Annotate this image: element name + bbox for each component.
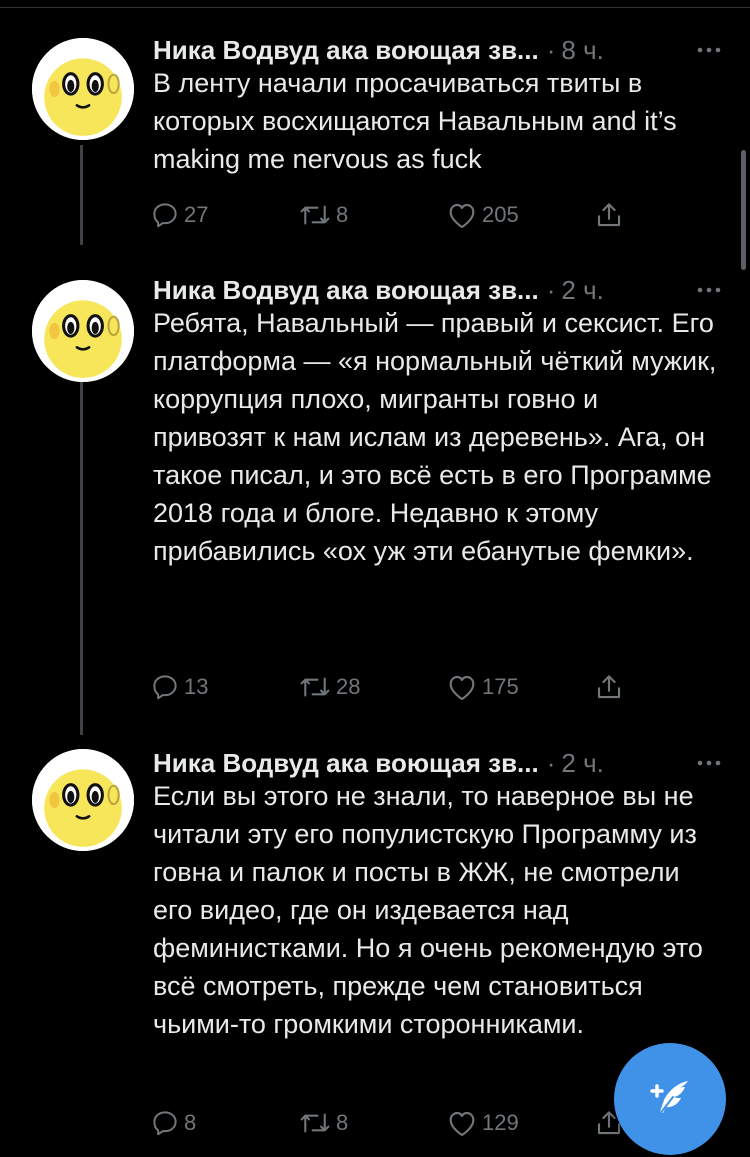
avatar-face-icon (32, 749, 134, 851)
separator-dot: · (546, 274, 556, 305)
top-divider (0, 0, 750, 8)
tweet-actions: 8 8 129 (150, 1103, 630, 1143)
separator-dot: · (546, 747, 556, 778)
reply-icon (153, 203, 177, 228)
like-count: 205 (482, 202, 519, 227)
retweet-count: 8 (336, 202, 349, 227)
like-count: 129 (482, 1110, 519, 1135)
like-count: 175 (482, 674, 519, 699)
heart-icon (449, 203, 475, 229)
compose-tweet-button[interactable] (614, 1043, 726, 1155)
avatar-face-icon (32, 38, 134, 140)
tweet-time[interactable]: 2 ч. (561, 275, 603, 306)
reply-count: 27 (184, 202, 209, 227)
separator-dot: · (546, 34, 556, 65)
avatar[interactable] (32, 38, 134, 140)
author-name[interactable]: Ника Водвуд ака воющая зв... (153, 275, 539, 306)
retweet-count: 8 (336, 1110, 349, 1135)
thread-connector (80, 145, 83, 245)
reply-icon (153, 1111, 177, 1136)
reply-button[interactable]: 27 (150, 195, 208, 235)
feather-plus-icon (650, 1081, 688, 1116)
share-icon (597, 203, 621, 227)
retweet-icon (300, 677, 330, 697)
tweet-text: Если вы этого не знали, то наверное вы н… (153, 781, 703, 1039)
retweet-icon (300, 1113, 330, 1133)
like-button[interactable]: 129 (446, 1103, 519, 1143)
like-button[interactable]: 175 (446, 667, 519, 707)
reply-button[interactable]: 13 (150, 667, 208, 707)
reply-count: 13 (184, 674, 209, 699)
tweet-time[interactable]: 2 ч. (561, 748, 603, 779)
retweet-button[interactable]: 8 (298, 1103, 348, 1143)
retweet-icon (300, 205, 330, 225)
retweet-button[interactable]: 28 (298, 667, 360, 707)
share-icon (597, 675, 621, 699)
retweet-count: 28 (336, 674, 361, 699)
reply-icon (153, 675, 177, 700)
share-button[interactable] (594, 667, 628, 707)
share-button[interactable] (594, 195, 628, 235)
heart-icon (449, 675, 475, 701)
avatar-face-icon (32, 280, 134, 382)
author-name[interactable]: Ника Водвуд ака воющая зв... (153, 35, 539, 66)
tweet-actions: 13 28 175 (150, 667, 630, 707)
avatar[interactable] (32, 280, 134, 382)
retweet-button[interactable]: 8 (298, 195, 348, 235)
author-name[interactable]: Ника Водвуд ака воющая зв... (153, 748, 539, 779)
like-button[interactable]: 205 (446, 195, 519, 235)
tweet-actions: 27 8 205 (150, 195, 630, 235)
reply-count: 8 (184, 1110, 197, 1135)
thread-connector (80, 380, 83, 735)
tweet-text: В ленту начали просачиваться твиты в кот… (153, 68, 677, 174)
scrollbar[interactable] (741, 150, 746, 270)
avatar[interactable] (32, 749, 134, 851)
tweet-time[interactable]: 8 ч. (561, 35, 603, 66)
reply-button[interactable]: 8 (150, 1103, 196, 1143)
heart-icon (449, 1111, 475, 1137)
tweet-text: Ребята, Навальный — правый и сексист. Ег… (153, 308, 717, 566)
